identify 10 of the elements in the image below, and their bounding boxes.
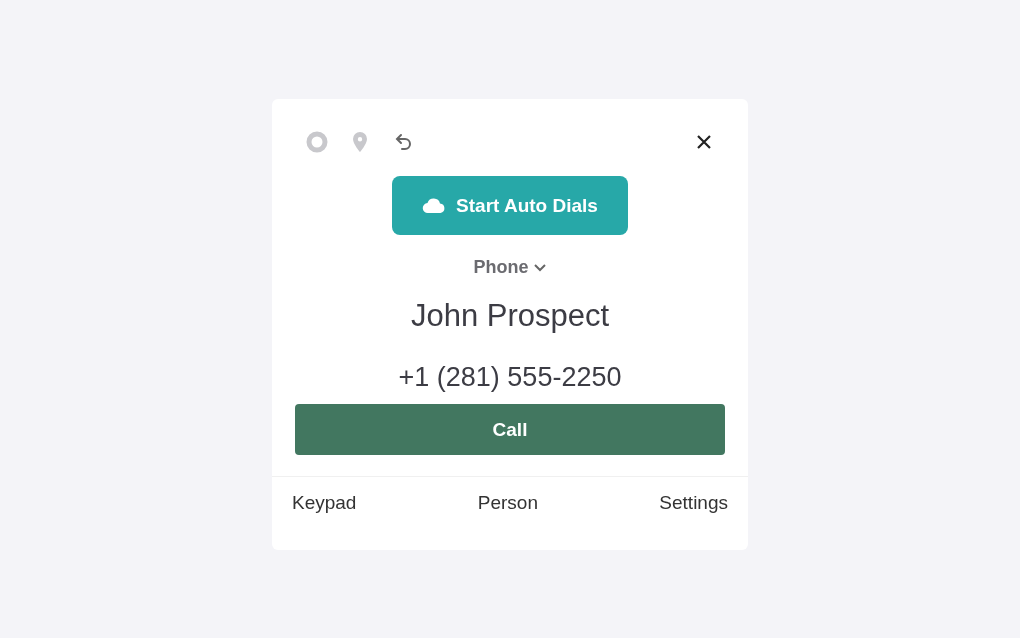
phone-number: +1 (281) 555-2250 bbox=[398, 362, 622, 393]
nav-tab[interactable]: Person bbox=[477, 492, 538, 514]
contact-name: John Prospect bbox=[410, 298, 610, 334]
cloud-icon bbox=[422, 197, 447, 214]
close-icon[interactable] bbox=[696, 134, 712, 150]
nav-tab[interactable]: Settings bbox=[659, 492, 728, 514]
phone-line-dropdown[interactable]: Phone bbox=[473, 257, 547, 278]
nav-tab[interactable]: Keypad bbox=[292, 492, 357, 514]
chevron-down-icon bbox=[532, 262, 547, 273]
call-button[interactable]: Call bbox=[295, 404, 725, 455]
